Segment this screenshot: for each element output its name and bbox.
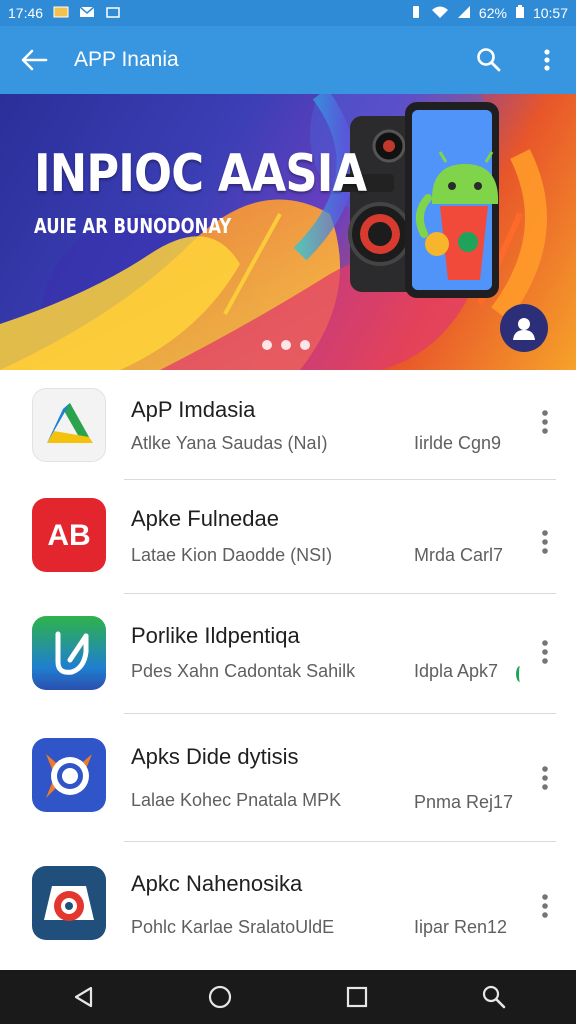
list-item[interactable]: Porlike Ildpentiqa Pdes Xahn Cadontak Sa… (0, 594, 576, 714)
item-more-button[interactable] (530, 632, 560, 672)
carousel-dot[interactable] (281, 340, 291, 350)
leaf-logo-icon (32, 616, 106, 690)
back-triangle-icon (74, 986, 92, 1008)
nav-home-button[interactable] (185, 970, 255, 1024)
nav-recents-button[interactable] (322, 970, 392, 1024)
banner-subtitle: AUIE AR BUNODONAY (34, 214, 232, 238)
system-nav-bar (0, 970, 576, 1024)
item-more-button[interactable] (530, 402, 560, 442)
vibrate-icon (409, 5, 423, 22)
notification-icon (53, 5, 69, 21)
more-vert-icon (542, 640, 548, 664)
nav-search-button[interactable] (459, 970, 529, 1024)
more-vert-icon (542, 530, 548, 554)
profile-button[interactable] (500, 304, 548, 352)
more-vert-icon (542, 766, 548, 790)
app-meta: Mrda Carl7 (414, 545, 504, 565)
battery-icon (515, 4, 525, 22)
app-subtitle: Lalae Kohec Pnatala MPK (131, 790, 342, 810)
target-logo-icon (32, 738, 106, 812)
ab-logo-icon: AB (32, 498, 106, 572)
list-item[interactable]: AB Apke Fulnedae Latae Kion Daodde (NSI)… (0, 480, 576, 594)
loading-indicator-icon (516, 666, 524, 682)
search-icon (477, 48, 501, 72)
battery-percent: 62% (478, 5, 507, 21)
svg-text:AB: AB (47, 519, 90, 552)
wifi-icon (431, 5, 449, 22)
back-button[interactable] (0, 26, 68, 94)
list-item[interactable]: ApP Imdasia Atlke Yana Saudas (NaI) Iirl… (0, 370, 576, 480)
app-name: Porlike Ildpentiqa (131, 623, 300, 648)
person-icon (513, 318, 535, 340)
app-name: ApP Imdasia (131, 397, 256, 422)
app-name: Apks Dide dytisis (131, 744, 299, 769)
status-clock-right: 10:57 (532, 5, 568, 21)
more-vert-icon (542, 894, 548, 918)
promo-banner[interactable]: INPIOC AASIA AUIE AR BUNODONAY (0, 94, 576, 370)
app-name: Apke Fulnedae (131, 506, 279, 531)
more-vert-icon (542, 410, 548, 434)
app-subtitle: Pohlc Karlae SralatoUldE (131, 917, 335, 937)
status-time: 17:46 (8, 5, 44, 21)
item-more-button[interactable] (530, 886, 560, 926)
list-item[interactable]: Apks Dide dytisis Lalae Kohec Pnatala MP… (0, 714, 576, 842)
home-circle-icon (208, 985, 231, 1009)
overflow-menu-button[interactable] (518, 26, 576, 94)
carousel-dot[interactable] (262, 340, 272, 350)
screenshot-icon (105, 5, 121, 21)
drive-triangle-icon (32, 388, 106, 462)
app-subtitle: Atlke Yana Saudas (NaI) (131, 433, 328, 453)
search-button[interactable] (460, 26, 518, 94)
recents-square-icon (346, 986, 367, 1008)
more-vert-icon (544, 49, 550, 71)
app-list: ApP Imdasia Atlke Yana Saudas (NaI) Iirl… (0, 370, 576, 970)
banner-title: INPIOC AASIA (34, 144, 367, 204)
carousel-indicator[interactable] (262, 340, 310, 350)
app-bar: APP Inania (0, 26, 576, 94)
status-bar: 17:46 62% 10:57 (0, 0, 576, 26)
signal-icon (457, 5, 471, 22)
list-item[interactable]: Apkc Nahenosika Pohlc Karlae SralatoUldE… (0, 842, 576, 970)
app-meta: Pnma Rej17 (414, 792, 514, 812)
item-more-button[interactable] (530, 758, 560, 798)
item-more-button[interactable] (530, 522, 560, 562)
mail-icon (79, 5, 95, 21)
back-arrow-icon (21, 49, 48, 71)
app-meta: Iipar Ren12 (414, 917, 508, 937)
carousel-dot[interactable] (300, 340, 310, 350)
app-meta: Idpla Apk7 (414, 661, 499, 681)
search-icon (482, 985, 505, 1009)
app-subtitle: Pdes Xahn Cadontak Sahilk (131, 661, 356, 681)
ring-logo-icon (32, 866, 106, 940)
app-name: Apkc Nahenosika (131, 871, 303, 896)
app-subtitle: Latae Kion Daodde (NSI) (131, 545, 333, 565)
nav-back-button[interactable] (48, 970, 118, 1024)
app-meta: Iirlde Cgn9 (414, 433, 502, 453)
app-title: APP Inania (74, 48, 179, 71)
